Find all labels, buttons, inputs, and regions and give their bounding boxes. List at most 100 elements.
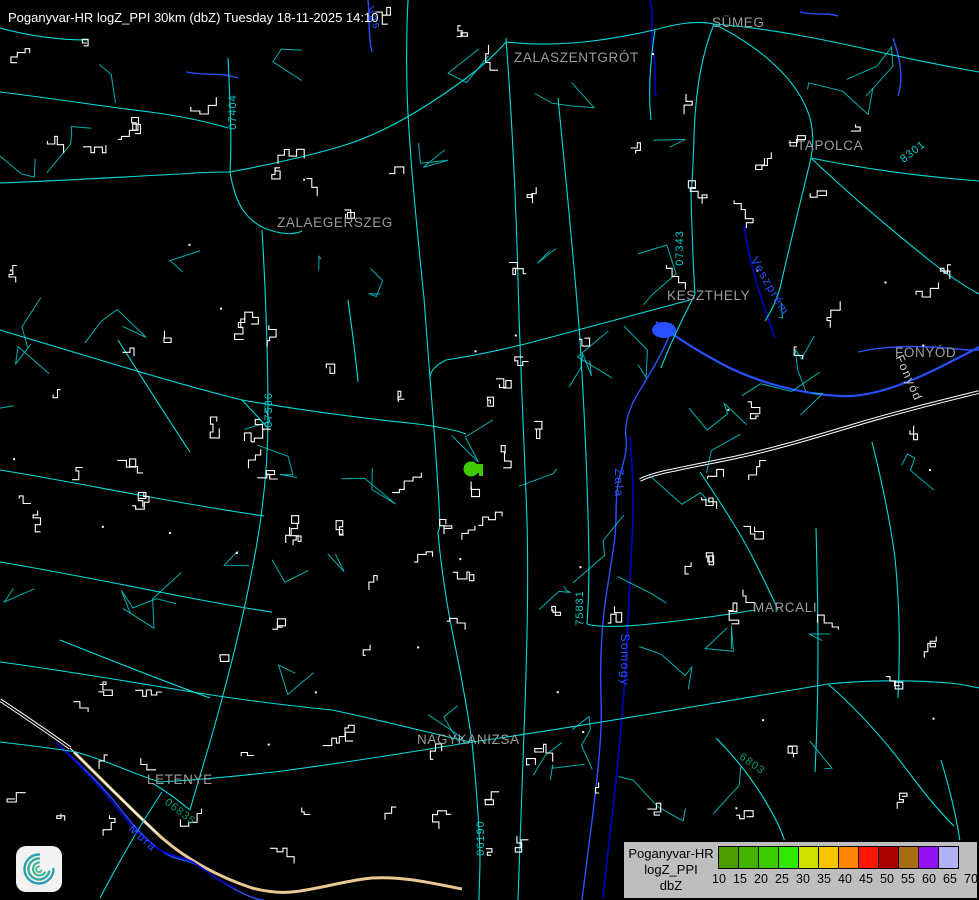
map-dot bbox=[13, 458, 15, 460]
region-label: Zala bbox=[612, 468, 626, 497]
legend-tick: 25 bbox=[775, 872, 789, 886]
settlement-outline bbox=[748, 402, 760, 419]
settlement-outline bbox=[818, 615, 839, 630]
minor-road bbox=[808, 83, 873, 115]
map-dot bbox=[727, 409, 729, 411]
minor-road bbox=[649, 475, 710, 504]
minor-road bbox=[273, 49, 302, 80]
city-label-nagykanizsa: NAGYKANIZSA bbox=[417, 732, 520, 747]
minor-road bbox=[328, 554, 344, 572]
minor-road bbox=[533, 743, 561, 776]
settlement-outline bbox=[527, 759, 536, 765]
settlement-outline bbox=[272, 168, 280, 179]
rivers-layer bbox=[62, 0, 979, 900]
legend-cell-60 bbox=[918, 846, 939, 869]
minor-road bbox=[653, 139, 685, 147]
minor-road bbox=[624, 326, 647, 378]
legend-tick: 10 bbox=[712, 872, 726, 886]
settlement-outline bbox=[117, 459, 143, 473]
road-number-label: 07343 bbox=[674, 230, 686, 266]
settlement-outline bbox=[363, 645, 370, 655]
settlement-outline bbox=[389, 167, 404, 174]
map-dot bbox=[579, 566, 581, 568]
minor-road bbox=[0, 147, 35, 177]
legend-tick: 30 bbox=[796, 872, 810, 886]
map-dot bbox=[515, 335, 517, 337]
settlement-outline bbox=[244, 429, 270, 442]
city-label-sümeg: SÜMEG bbox=[712, 15, 765, 30]
settlement-outline bbox=[462, 526, 475, 540]
minor-road bbox=[801, 393, 823, 415]
settlement-outline bbox=[810, 191, 826, 197]
settlement-outline bbox=[756, 152, 772, 169]
settlement-outline bbox=[270, 848, 294, 863]
city-label-letenye: LETENYE bbox=[147, 772, 213, 787]
settlement-outline bbox=[484, 792, 499, 805]
settlement-outline bbox=[496, 379, 511, 388]
map-dot bbox=[169, 532, 171, 534]
settlement-outline bbox=[7, 793, 26, 802]
settlement-outline bbox=[486, 45, 498, 70]
settlement-outline bbox=[851, 124, 860, 131]
minor-road bbox=[170, 251, 200, 272]
settlement-outline bbox=[702, 497, 717, 509]
legend-tick: 50 bbox=[880, 872, 894, 886]
settlement-outline bbox=[344, 725, 354, 741]
legend-cell-50 bbox=[878, 846, 899, 869]
settlement-outline bbox=[690, 188, 707, 204]
settlement-outline bbox=[631, 143, 641, 154]
legend-tick: 40 bbox=[838, 872, 852, 886]
logo-background bbox=[16, 846, 62, 892]
legend-tick: 45 bbox=[859, 872, 873, 886]
settlement-outline bbox=[515, 836, 528, 852]
settlement-outline bbox=[453, 572, 474, 581]
city-label-marcali: MARCALI bbox=[753, 600, 817, 615]
settlement-outline bbox=[323, 728, 345, 746]
settlement-outline bbox=[267, 325, 276, 347]
settlement-outline bbox=[257, 471, 278, 479]
settlement-outline bbox=[241, 312, 259, 328]
minor-road bbox=[16, 344, 50, 373]
settlement-outline bbox=[527, 187, 536, 203]
map-dot bbox=[268, 744, 270, 746]
map-dot bbox=[475, 350, 477, 352]
minor-road bbox=[319, 256, 321, 270]
settlement-outline bbox=[478, 512, 502, 525]
minor-road bbox=[47, 127, 92, 173]
map-dot bbox=[10, 269, 12, 271]
settlement-outline bbox=[515, 357, 529, 366]
settlement-outline bbox=[83, 145, 106, 153]
road-number-label: 75831 bbox=[574, 590, 586, 626]
settlement-outline bbox=[336, 521, 344, 535]
minor-road bbox=[85, 310, 146, 343]
settlement-outline bbox=[440, 519, 452, 534]
legend-tick: 60 bbox=[922, 872, 936, 886]
color-scale bbox=[719, 846, 959, 869]
minor-road bbox=[4, 589, 34, 603]
minor-road bbox=[535, 82, 595, 107]
minor-road bbox=[639, 647, 692, 690]
map-dot bbox=[762, 719, 764, 721]
settlement-outline bbox=[827, 301, 840, 328]
legend-site-label: Poganyvar-HR bbox=[624, 846, 718, 862]
legend-tick: 15 bbox=[733, 872, 747, 886]
city-label-tapolca: TAPOLCA bbox=[797, 138, 863, 153]
minor-road bbox=[550, 764, 584, 780]
settlement-outline bbox=[706, 553, 713, 565]
legend-product-label: logZ_PPI bbox=[624, 862, 718, 878]
minor-road bbox=[279, 665, 314, 694]
minor-road bbox=[902, 454, 934, 490]
minor-road bbox=[452, 420, 493, 462]
settlement-outline bbox=[369, 576, 377, 591]
minor-road bbox=[419, 143, 448, 168]
legend-tick: 55 bbox=[901, 872, 915, 886]
settlement-outline bbox=[447, 618, 465, 629]
map-canvas bbox=[0, 0, 979, 900]
map-dot bbox=[557, 691, 559, 693]
map-dot bbox=[929, 469, 931, 471]
map-dot bbox=[417, 646, 419, 648]
settlement-outline bbox=[471, 482, 479, 497]
legend-tick: 35 bbox=[817, 872, 831, 886]
legend-cell-30 bbox=[798, 846, 819, 869]
borders-layer bbox=[56, 0, 775, 898]
